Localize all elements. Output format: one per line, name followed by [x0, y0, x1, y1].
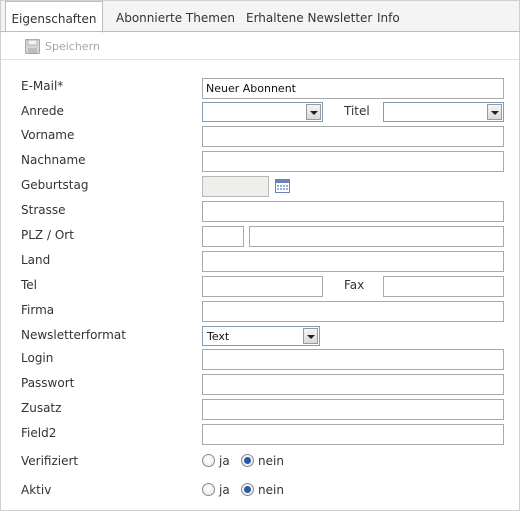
chevron-down-icon[interactable] [487, 104, 502, 120]
vorname-label: Vorname [21, 128, 75, 142]
plz-ort-label: PLZ / Ort [21, 228, 74, 242]
verifiziert-nein-label[interactable]: nein [258, 454, 284, 468]
firma-field[interactable] [202, 301, 504, 322]
passwort-field[interactable] [202, 374, 504, 395]
fax-label: Fax [344, 278, 365, 292]
zusatz-field[interactable] [202, 399, 504, 420]
chevron-down-icon[interactable] [306, 104, 321, 120]
anrede-label: Anrede [21, 104, 64, 118]
land-field[interactable] [202, 251, 504, 272]
toolbar: Speichern [0, 32, 520, 60]
tab-bar: Eigenschaften Abonnierte Themen Erhalten… [0, 0, 520, 33]
ort-field[interactable] [249, 226, 504, 247]
newsletterformat-select[interactable]: Text [202, 326, 320, 346]
strasse-label: Strasse [21, 203, 66, 217]
verifiziert-label: Verifiziert [21, 454, 79, 468]
chevron-down-icon[interactable] [303, 328, 318, 344]
titel-label: Titel [344, 104, 370, 118]
tel-label: Tel [21, 278, 38, 292]
login-label: Login [21, 351, 54, 365]
tab-info[interactable]: Info [377, 1, 400, 32]
verifiziert-nein-radio[interactable] [241, 454, 254, 467]
titel-select[interactable] [383, 102, 504, 122]
tab-erhaltene-newsletter[interactable]: Erhaltene Newsletter [246, 1, 372, 32]
fax-field[interactable] [383, 276, 504, 297]
anrede-select[interactable] [202, 102, 323, 122]
nachname-label: Nachname [21, 153, 86, 167]
nachname-field[interactable] [202, 151, 504, 172]
aktiv-ja-radio[interactable] [202, 483, 215, 496]
save-label: Speichern [45, 40, 100, 53]
field2-label: Field2 [21, 426, 57, 440]
geburtstag-field[interactable] [202, 176, 269, 197]
vorname-field[interactable] [202, 126, 504, 147]
plz-field[interactable] [202, 226, 244, 247]
land-label: Land [21, 253, 51, 267]
email-label: E-Mail* [21, 79, 64, 93]
calendar-icon[interactable] [275, 178, 291, 194]
passwort-label: Passwort [21, 376, 75, 390]
zusatz-label: Zusatz [21, 401, 62, 415]
email-field[interactable] [202, 78, 504, 99]
floppy-disk-icon [25, 39, 40, 59]
login-field[interactable] [202, 349, 504, 370]
newsletterformat-label: Newsletterformat [21, 328, 126, 342]
tab-abonnierte-themen[interactable]: Abonnierte Themen [116, 1, 235, 32]
geburtstag-label: Geburtstag [21, 178, 89, 192]
aktiv-label: Aktiv [21, 483, 52, 497]
aktiv-nein-label[interactable]: nein [258, 483, 284, 497]
newsletterformat-value: Text [207, 330, 230, 343]
field2-field[interactable] [202, 424, 504, 445]
verifiziert-ja-label[interactable]: ja [219, 454, 230, 468]
tel-field[interactable] [202, 276, 323, 297]
firma-label: Firma [21, 303, 55, 317]
verifiziert-ja-radio[interactable] [202, 454, 215, 467]
tab-eigenschaften[interactable]: Eigenschaften [5, 1, 103, 33]
aktiv-nein-radio[interactable] [241, 483, 254, 496]
aktiv-ja-label[interactable]: ja [219, 483, 230, 497]
strasse-field[interactable] [202, 201, 504, 222]
